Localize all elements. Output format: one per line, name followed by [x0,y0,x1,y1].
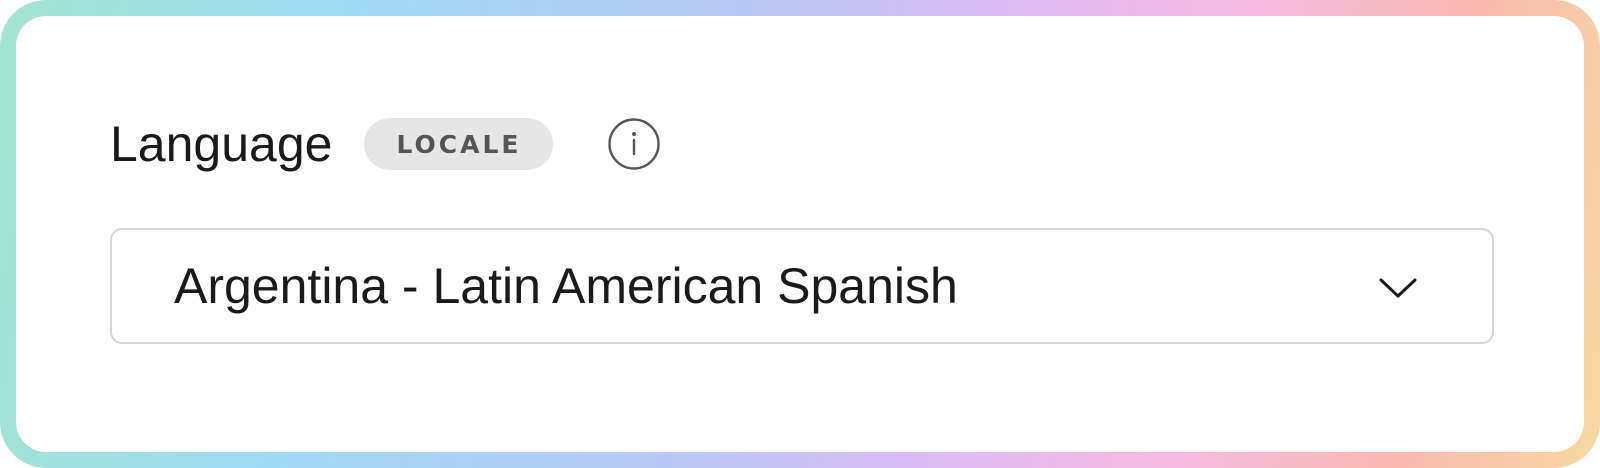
gradient-frame: Language LOCALE Argentina - Latin Americ… [0,0,1600,468]
language-label: Language [110,116,333,172]
info-icon[interactable] [607,117,661,171]
language-select[interactable]: Argentina - Latin American Spanish [110,228,1494,344]
chevron-down-icon [1378,274,1418,302]
locale-badge: LOCALE [364,118,554,170]
language-field-header: Language LOCALE [110,116,661,172]
language-select-value: Argentina - Latin American Spanish [174,258,958,314]
language-card: Language LOCALE Argentina - Latin Americ… [16,16,1584,452]
